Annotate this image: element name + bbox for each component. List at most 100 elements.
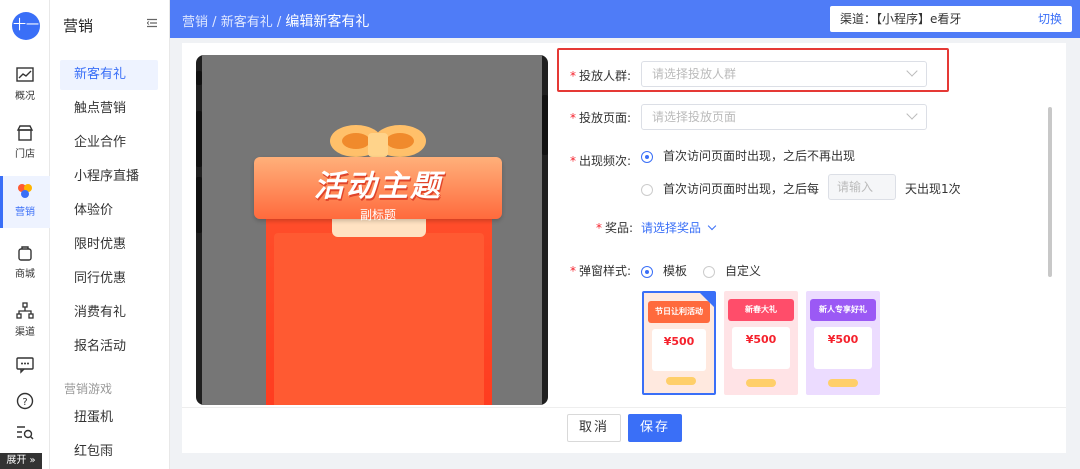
menu-item-trial-price[interactable]: 体验价 (60, 196, 158, 226)
audience-select[interactable]: 请选择投放人群 (641, 61, 927, 87)
breadcrumb-separator: / (276, 15, 282, 30)
gift-box (266, 219, 492, 405)
menu-item-enterprise[interactable]: 企业合作 (60, 128, 158, 158)
phone-side-button (542, 95, 548, 155)
template-coupon: ¥500 (652, 329, 706, 371)
template-thumbnail-3[interactable]: 新人专享好礼 ¥500 (806, 291, 880, 395)
style-row: * 弹窗样式: (570, 262, 631, 279)
rail-label: 营销 (15, 207, 35, 218)
edit-form-card: 活动主题 副标题 * 投放人群: 请选择投放人群 * 投放页面: 请选择投放页面 *… (182, 43, 1066, 453)
frequency-option-once[interactable]: 首次访问页面时出现，之后不再出现 (641, 147, 855, 164)
store-icon (16, 125, 34, 141)
menu-item-signup[interactable]: 报名活动 (60, 332, 158, 362)
menu-item-purchase-gift[interactable]: 消费有礼 (60, 298, 158, 328)
required-mark: * (596, 221, 602, 235)
frequency-option-repeat[interactable]: 首次访问页面时出现，之后每 (641, 180, 819, 197)
phone-side-button (196, 71, 202, 85)
theme-subtitle: 副标题 (359, 208, 396, 222)
menu-title: 营销 (63, 17, 94, 35)
switch-channel-link[interactable]: 切换 (1038, 6, 1062, 32)
template-thumbnail-2[interactable]: 新春大礼 ¥500 (724, 291, 798, 395)
days-input[interactable]: 请输入 (828, 174, 896, 200)
rail-label: 渠道 (15, 327, 35, 338)
form-scrollbar[interactable] (1048, 107, 1052, 277)
breadcrumb-new-customer-gift[interactable]: 新客有礼 (221, 15, 273, 30)
channel-selector: 渠道：【小程序】e看牙 切换 (830, 6, 1072, 32)
frequency-option-repeat-label: 首次访问页面时出现，之后每 (663, 182, 820, 196)
gift-box-inner (274, 233, 484, 405)
top-header: 营销 / 新客有礼 / 编辑新客有礼 渠道：【小程序】e看牙 切换 (170, 0, 1080, 38)
menu-item-capsule[interactable]: 扭蛋机 (60, 403, 158, 433)
menu-item-red-packet[interactable]: 红包雨 (60, 437, 158, 467)
rail-item-store[interactable]: 门店 (0, 124, 50, 160)
icon-rail: 十一 概况 门店 营销 商城 渠道 ? 展开 » (0, 0, 50, 469)
radio-unchecked[interactable] (641, 183, 653, 196)
frequency-suffix: 天出现1次 (905, 182, 961, 196)
breadcrumb-separator: / (212, 15, 217, 30)
template-head: 新春大礼 (728, 299, 794, 321)
chevron-down-icon (906, 108, 918, 120)
chevron-down-icon (707, 221, 717, 231)
form-footer: 取消 保存 (182, 407, 1066, 453)
rail-item-overview[interactable]: 概况 (0, 66, 50, 102)
breadcrumb-marketing[interactable]: 营销 (182, 15, 208, 30)
gift-popup-preview: 活动主题 副标题 (248, 119, 510, 405)
expand-button[interactable]: 展开 » (0, 453, 42, 469)
save-button[interactable]: 保存 (628, 414, 682, 442)
help-icon: ? (16, 392, 34, 410)
menu-item-flash-sale[interactable]: 限时优惠 (60, 230, 158, 260)
required-mark: * (570, 264, 576, 278)
rail-label: 商城 (15, 269, 35, 280)
menu-item-touchpoint[interactable]: 触点营销 (60, 94, 158, 124)
required-mark: * (570, 111, 576, 125)
audience-row: * 投放人群: (570, 67, 631, 84)
frequency-label: 出现频次: (579, 154, 632, 168)
audience-placeholder: 请选择投放人群 (652, 67, 737, 81)
secondary-menu: 营销 新客有礼 触点营销 企业合作 小程序直播 体验价 限时优惠 同行优惠 消费… (50, 0, 170, 469)
template-cta (828, 379, 858, 387)
template-cta (666, 377, 696, 385)
phone-side-button (196, 177, 202, 233)
marketing-icon (18, 184, 32, 198)
days-input-placeholder: 请输入 (837, 180, 874, 194)
list-search-icon (17, 426, 34, 440)
template-coupon: ¥500 (732, 327, 790, 369)
prize-row: * 奖品: (596, 219, 633, 236)
collapse-menu-icon[interactable] (147, 18, 157, 28)
rail-item-search[interactable] (0, 424, 50, 445)
chevron-down-icon (906, 65, 918, 77)
menu-item-live[interactable]: 小程序直播 (60, 162, 158, 192)
menu-group-games: 营销游戏 (64, 382, 113, 396)
page-label: 投放页面: (579, 111, 632, 125)
phone-screen: 活动主题 副标题 (202, 55, 542, 405)
radio-unchecked[interactable] (703, 265, 715, 278)
menu-item-new-customer-gift[interactable]: 新客有礼 (60, 60, 158, 90)
page-row: * 投放页面: (570, 109, 631, 126)
select-prize-link[interactable]: 请选择奖品 (641, 219, 717, 236)
breadcrumb: 营销 / 新客有礼 / 编辑新客有礼 (182, 11, 369, 31)
rail-label: 门店 (15, 149, 35, 160)
rail-item-message[interactable] (0, 356, 50, 377)
page-select[interactable]: 请选择投放页面 (641, 104, 927, 130)
style-option-template[interactable]: 模板 (641, 262, 687, 279)
audience-label: 投放人群: (579, 69, 632, 83)
template-coupon: ¥500 (814, 327, 872, 369)
chart-icon (16, 67, 34, 82)
required-mark: * (570, 154, 576, 168)
style-option-custom[interactable]: 自定义 (703, 262, 761, 279)
theme-title: 活动主题 (314, 169, 442, 204)
rail-item-marketing[interactable]: 营销 (0, 176, 50, 228)
template-thumbnail-1[interactable]: 节日让利活动 ¥500 (642, 291, 716, 395)
radio-checked[interactable] (641, 150, 653, 163)
theme-banner: 活动主题 副标题 (254, 157, 502, 222)
phone-preview: 活动主题 副标题 (196, 55, 548, 405)
radio-checked[interactable] (641, 265, 653, 278)
menu-item-peer-discount[interactable]: 同行优惠 (60, 264, 158, 294)
svg-text:?: ? (22, 397, 27, 408)
rail-item-channel[interactable]: 渠道 (0, 302, 50, 338)
frequency-option-once-label: 首次访问页面时出现，之后不再出现 (663, 149, 856, 163)
app-logo[interactable]: 十一 (12, 12, 40, 40)
cancel-button[interactable]: 取消 (567, 414, 621, 442)
rail-item-help[interactable]: ? (0, 392, 50, 413)
rail-item-mall[interactable]: 商城 (0, 244, 50, 280)
